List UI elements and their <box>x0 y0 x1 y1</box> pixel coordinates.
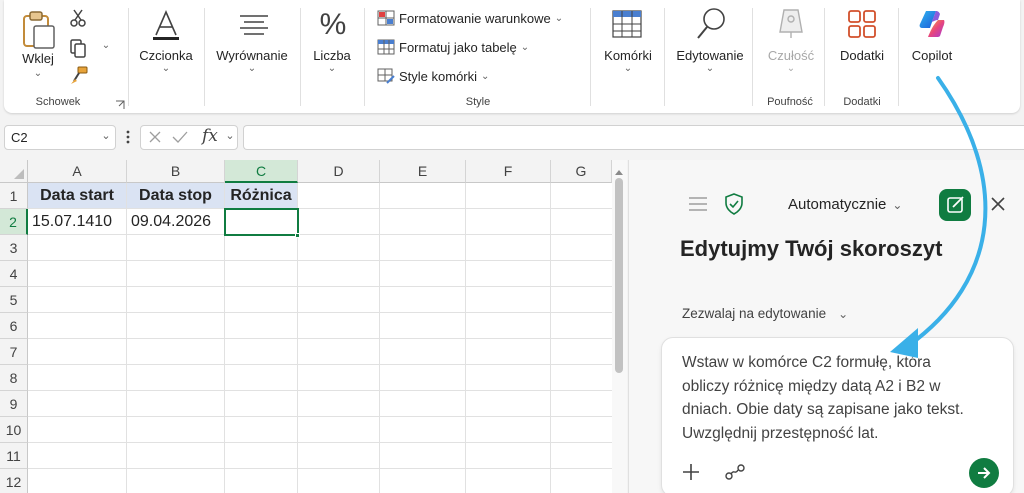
row-header-3[interactable]: 3 <box>0 235 28 261</box>
chevron-down-icon[interactable]: ⌄ <box>703 63 717 74</box>
format-as-table-label: Formatuj jako tabelę <box>399 39 517 55</box>
name-box-value: C2 <box>11 130 28 145</box>
arrow-right-icon <box>978 467 991 479</box>
ribbon-separator <box>824 8 825 106</box>
dialog-launcher-icon[interactable] <box>115 97 125 109</box>
format-as-table-button[interactable]: Formatuj jako tabelę ⌄ <box>377 39 529 55</box>
chevron-down-icon[interactable]: ⌄ <box>100 40 112 51</box>
percent-icon: % <box>319 8 347 41</box>
cell-b1[interactable]: Data stop <box>127 183 225 209</box>
row-header-6[interactable]: 6 <box>0 313 28 339</box>
copy-icon[interactable] <box>69 38 87 58</box>
alignment-button[interactable]: Wyrównanie <box>210 48 294 63</box>
ribbon-separator <box>752 8 753 106</box>
add-icon[interactable] <box>682 463 700 481</box>
paste-button[interactable]: Wklej <box>18 51 58 66</box>
ribbon-separator <box>128 8 129 106</box>
chevron-down-icon[interactable]: ⌄ <box>224 129 236 142</box>
ribbon-separator <box>300 8 301 106</box>
row-header-7[interactable]: 7 <box>0 339 28 365</box>
chevron-down-icon: ⌄ <box>481 70 490 82</box>
search-icon <box>695 7 727 41</box>
chevron-down-icon[interactable]: ⌄ <box>245 63 259 74</box>
cell-b2[interactable]: 09.04.2026 <box>127 209 225 235</box>
conditional-formatting-button[interactable]: Formatowanie warunkowe ⌄ <box>377 10 563 26</box>
scroll-up-icon[interactable] <box>614 163 624 175</box>
column-header-d[interactable]: D <box>298 160 380 183</box>
conditional-formatting-label: Formatowanie warunkowe <box>399 10 551 26</box>
row-header-8[interactable]: 8 <box>0 365 28 391</box>
menu-icon[interactable] <box>688 197 708 211</box>
format-as-table-icon <box>377 39 395 55</box>
sensitivity-icon <box>776 6 806 40</box>
row-header-5[interactable]: 5 <box>0 287 28 313</box>
format-painter-icon[interactable] <box>69 66 89 86</box>
group-label-styles: Style <box>465 96 491 108</box>
cell-a2[interactable]: 15.07.1410 <box>28 209 127 235</box>
cancel-icon[interactable] <box>148 130 162 144</box>
select-all-corner[interactable] <box>0 160 28 183</box>
cell-c1[interactable]: Różnica <box>225 183 298 209</box>
cell-styles-label: Style komórki <box>399 68 478 84</box>
cell-a1[interactable]: Data start <box>28 183 127 209</box>
send-button[interactable] <box>969 458 999 488</box>
ribbon-separator <box>590 8 591 106</box>
row-header-11[interactable]: 11 <box>0 443 28 469</box>
row-header-1[interactable]: 1 <box>0 183 28 209</box>
enter-icon[interactable] <box>172 130 188 144</box>
insert-function-button[interactable]: fx <box>202 126 218 146</box>
tools-icon[interactable] <box>725 463 745 481</box>
cell-styles-icon <box>377 68 395 84</box>
row-header-10[interactable]: 10 <box>0 417 28 443</box>
scrollbar-thumb[interactable] <box>615 178 623 373</box>
edit-permission-dropdown[interactable]: Zezwalaj na edytowanie ⌄ <box>682 306 848 321</box>
ribbon-separator <box>364 8 365 106</box>
chevron-down-icon: ⌄ <box>838 306 849 321</box>
column-header-c[interactable]: C <box>225 160 298 183</box>
annotation-arrow <box>890 76 988 358</box>
number-button[interactable]: Liczba <box>306 48 358 63</box>
column-header-b[interactable]: B <box>127 160 225 183</box>
chevron-down-icon[interactable]: ⌄ <box>159 63 173 74</box>
ribbon-separator <box>664 8 665 106</box>
fill-handle[interactable] <box>295 233 300 238</box>
chevron-down-icon[interactable]: ⌄ <box>621 63 635 74</box>
row-header-4[interactable]: 4 <box>0 261 28 287</box>
paste-icon <box>18 10 58 50</box>
chevron-down-icon: ⌄ <box>786 63 796 74</box>
chevron-down-icon: ⌄ <box>554 12 564 24</box>
addins-icon <box>846 8 878 40</box>
chevron-down-icon[interactable]: ⌄ <box>325 63 339 74</box>
prompt-text[interactable]: Wstaw w komórce C2 formułę, która oblicz… <box>682 351 982 445</box>
shield-check-icon[interactable] <box>724 193 744 215</box>
sensitivity-button[interactable]: Czułość <box>762 48 820 63</box>
row-header-2[interactable]: 2 <box>0 209 28 235</box>
font-icon <box>152 9 180 41</box>
column-header-g[interactable]: G <box>551 160 612 183</box>
row-header-12[interactable]: 12 <box>0 469 28 493</box>
cell-c2-active[interactable] <box>224 208 299 236</box>
chevron-down-icon[interactable]: ⌄ <box>31 68 45 79</box>
group-label-sensitivity: Poufność <box>767 96 813 108</box>
edit-permission-label: Zezwalaj na edytowanie <box>682 306 827 321</box>
chevron-down-icon[interactable]: ⌄ <box>100 129 112 142</box>
more-options-icon[interactable] <box>126 129 130 145</box>
ribbon-separator <box>204 8 205 106</box>
row-header-9[interactable]: 9 <box>0 391 28 417</box>
conditional-formatting-icon <box>377 10 395 26</box>
group-label-clipboard: Schowek <box>35 96 81 108</box>
column-header-e[interactable]: E <box>380 160 466 183</box>
cells-button[interactable]: Komórki <box>598 48 658 63</box>
cells-icon <box>611 9 643 39</box>
chevron-down-icon: ⌄ <box>520 41 530 53</box>
spreadsheet-grid: A B C D E F G 1 2 3 4 5 6 7 8 9 10 11 12… <box>0 160 627 493</box>
column-header-a[interactable]: A <box>28 160 127 183</box>
editing-button[interactable]: Edytowanie <box>672 48 748 63</box>
copilot-icon <box>916 8 948 40</box>
cell-styles-button[interactable]: Style komórki ⌄ <box>377 68 489 84</box>
cut-icon[interactable] <box>69 8 87 28</box>
alignment-icon <box>238 14 270 38</box>
column-header-f[interactable]: F <box>466 160 551 183</box>
font-button[interactable]: Czcionka <box>136 48 196 63</box>
